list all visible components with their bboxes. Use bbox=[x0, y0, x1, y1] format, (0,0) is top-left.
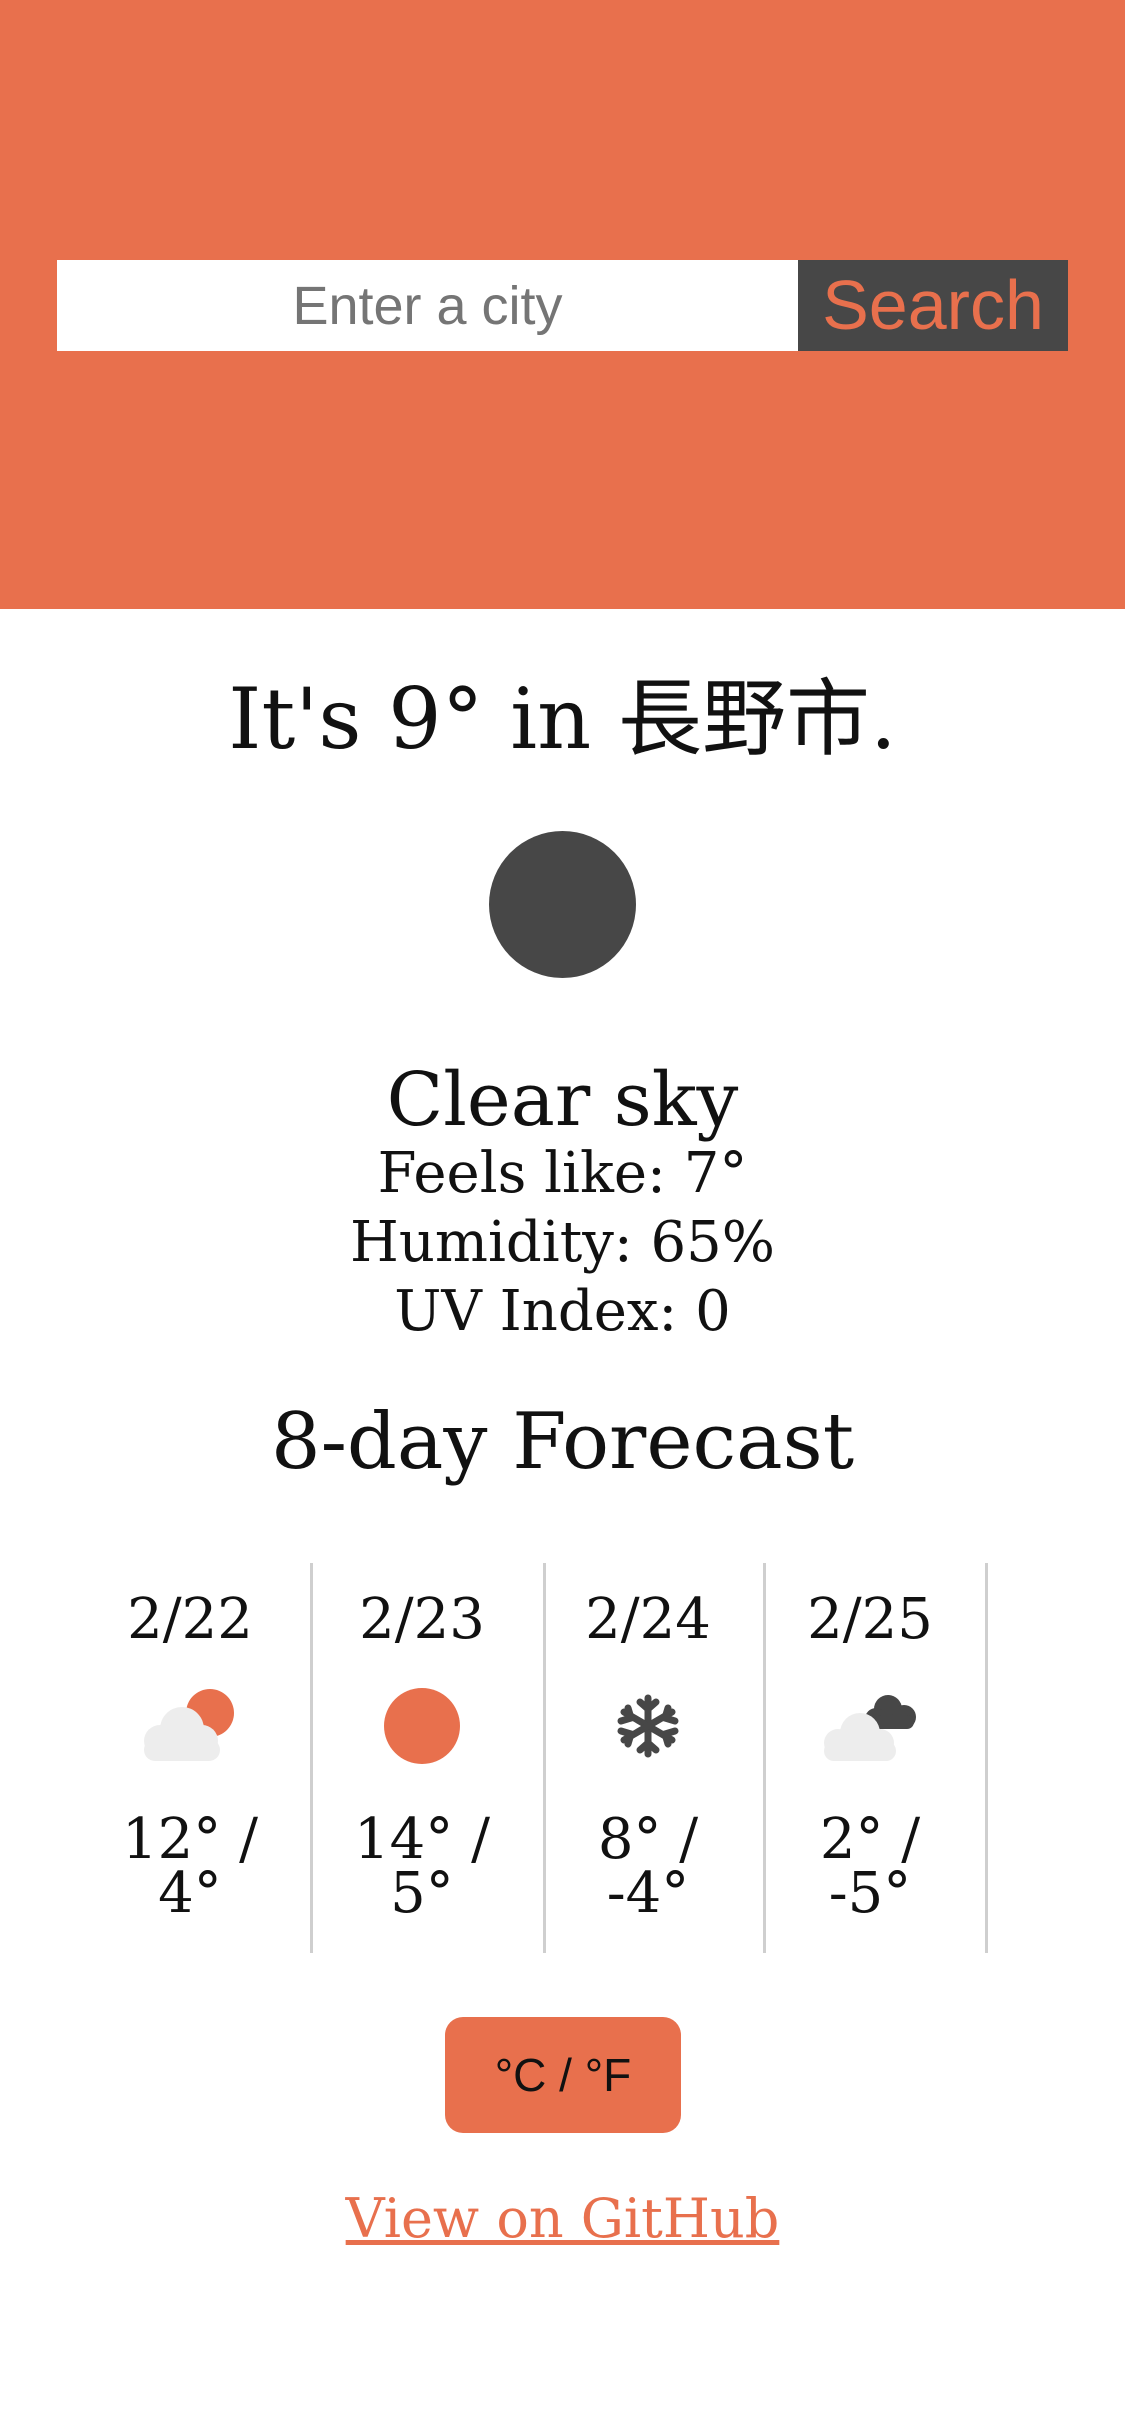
github-link[interactable]: View on GitHub bbox=[346, 2187, 780, 2250]
humidity-label: Humidity: bbox=[350, 1210, 651, 1275]
feels-like-label: Feels like: bbox=[377, 1141, 684, 1206]
forecast-date: 2/25 bbox=[807, 1587, 933, 1652]
search-form: Search bbox=[57, 260, 1068, 351]
forecast-date: 2/22 bbox=[127, 1587, 253, 1652]
headline-prefix: It's bbox=[228, 670, 389, 768]
forecast-date: 2/24 bbox=[585, 1587, 711, 1652]
forecast-day: 2/23 14° / 5° bbox=[337, 1563, 507, 1953]
city-search-input[interactable] bbox=[57, 260, 798, 351]
humidity-row: Humidity: 65% bbox=[0, 1209, 1125, 1277]
clear-sky-icon bbox=[489, 831, 636, 978]
forecast-divider bbox=[310, 1563, 313, 1953]
partly-cloudy-icon bbox=[130, 1681, 250, 1771]
forecast-temps: 12° / 4° bbox=[105, 1807, 275, 1926]
humidity-value: 65% bbox=[650, 1210, 775, 1275]
forecast-low: 5° bbox=[390, 1861, 454, 1926]
sun-icon bbox=[362, 1681, 482, 1771]
uv-index-value: 0 bbox=[695, 1279, 731, 1344]
headline-suffix: . bbox=[869, 670, 897, 768]
header-bar: Search bbox=[0, 0, 1125, 609]
forecast-title: 8-day Forecast bbox=[270, 1397, 855, 1487]
forecast-divider bbox=[985, 1563, 988, 1953]
forecast-low: -5° bbox=[828, 1861, 912, 1926]
forecast-temps: 8° / -4° bbox=[563, 1807, 733, 1926]
forecast-high: 12° / bbox=[122, 1807, 258, 1872]
headline-middle: in bbox=[483, 670, 618, 768]
feels-like-value: 7° bbox=[683, 1141, 748, 1206]
forecast-divider bbox=[763, 1563, 766, 1953]
forecast-date: 2/23 bbox=[359, 1587, 485, 1652]
forecast-low: 4° bbox=[158, 1861, 222, 1926]
uv-index-row: UV Index: 0 bbox=[0, 1278, 1125, 1346]
forecast-high: 14° / bbox=[354, 1807, 490, 1872]
search-button[interactable]: Search bbox=[798, 260, 1068, 351]
footer: View on GitHub bbox=[0, 2184, 1125, 2254]
feels-like-row: Feels like: 7° bbox=[0, 1140, 1125, 1208]
cloudy-icon bbox=[810, 1681, 930, 1771]
forecast-temps: 14° / 5° bbox=[337, 1807, 507, 1926]
current-weather-headline: It's 9° in 長野市. bbox=[0, 664, 1125, 774]
snowflake-icon bbox=[588, 1681, 708, 1771]
city-name: 長野市 bbox=[617, 670, 870, 768]
forecast-high: 8° / bbox=[597, 1807, 699, 1872]
uv-index-label: UV Index: bbox=[394, 1279, 696, 1344]
forecast-day: 2/24 8° / -4° bbox=[563, 1563, 733, 1953]
forecast-divider bbox=[543, 1563, 546, 1953]
forecast-low: -4° bbox=[606, 1861, 690, 1926]
forecast-high: 2° / bbox=[819, 1807, 921, 1872]
forecast-strip[interactable]: 2/22 12° / 4° 2/23 14° / 5° 2/24 8° / -4… bbox=[60, 1563, 1044, 1953]
forecast-temps: 2° / -5° bbox=[785, 1807, 955, 1926]
current-temperature: 9° bbox=[388, 670, 484, 768]
forecast-day: 2/22 12° / 4° bbox=[105, 1563, 275, 1953]
unit-toggle-button[interactable]: °C / °F bbox=[445, 2017, 681, 2133]
current-condition: Clear sky bbox=[386, 1057, 739, 1143]
forecast-day: 2/25 2° / -5° bbox=[785, 1563, 955, 1953]
